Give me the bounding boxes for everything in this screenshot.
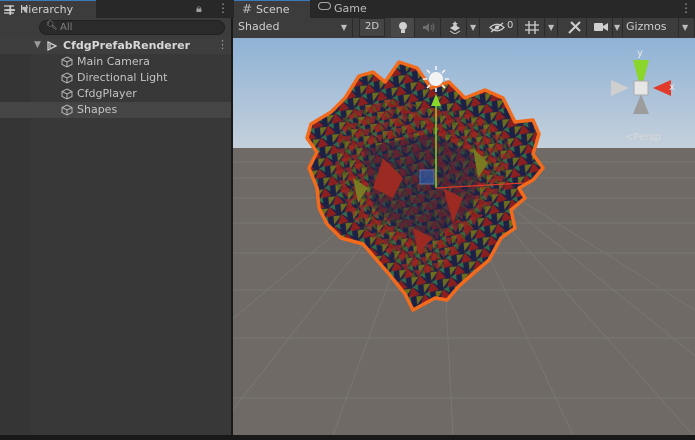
hierarchy-item-main-camera[interactable]: Main Camera	[0, 54, 231, 70]
toggle-lighting-button[interactable]	[391, 18, 415, 37]
tool-settings-button[interactable]	[563, 18, 587, 37]
scene-more-options-icon[interactable]: ⋮	[680, 1, 692, 15]
add-button[interactable]: +	[4, 1, 17, 19]
tab-scene-label: Scene	[256, 3, 290, 16]
lock-icon[interactable]: 🔒︎	[196, 2, 202, 16]
hierarchy-item-label: CfdgPlayer	[77, 87, 137, 100]
tools-icon	[568, 21, 581, 34]
more-options-icon[interactable]: ⋮	[217, 1, 229, 15]
grid-dropdown[interactable]: ▼	[545, 18, 558, 37]
gameobject-cube-icon	[61, 72, 73, 84]
gizmos-dropdown[interactable]: ▼	[679, 18, 695, 37]
gameobject-cube-icon	[61, 56, 73, 68]
chevron-down-icon: ▼	[340, 23, 347, 32]
draw-mode-dropdown[interactable]: Shaded ▼	[233, 18, 353, 37]
camera-settings-button[interactable]	[589, 18, 613, 37]
gamepad-icon	[318, 2, 331, 10]
speaker-icon	[423, 23, 435, 32]
gameobject-cube-icon	[61, 88, 73, 100]
scene-view-canvas[interactable]: y x	[233, 38, 695, 435]
grid-icon	[525, 21, 539, 34]
search-icon: 🔍︎	[46, 21, 58, 31]
gameobject-cube-icon	[61, 104, 73, 116]
grid-toggle-button[interactable]	[520, 18, 545, 37]
window-bottom-edge	[0, 435, 695, 440]
gizmos-button[interactable]: Gizmos	[622, 18, 679, 37]
chevron-down-icon: ▼	[548, 23, 555, 32]
gizmo-axis-x-label: x	[669, 82, 675, 93]
toggle-audio-button[interactable]	[417, 18, 441, 37]
hierarchy-root-label: CfdgPrefabRenderer	[63, 39, 191, 52]
camera-icon	[594, 23, 608, 31]
toggle-2d-button[interactable]: 2D	[359, 18, 385, 37]
chevron-down-icon: ▼	[614, 23, 621, 32]
scene-visibility-button[interactable]: 0	[486, 18, 518, 37]
hierarchy-search-field[interactable]: 🔍︎	[39, 20, 225, 35]
projection-label[interactable]: <Persp	[625, 132, 661, 143]
hierarchy-item-shapes[interactable]: Shapes	[0, 102, 231, 118]
expand-arrow-icon[interactable]: ▼	[34, 40, 41, 50]
effects-layers-icon	[449, 21, 461, 34]
projection-text: Persp	[633, 132, 661, 143]
gizmos-label: Gizmos	[626, 20, 667, 33]
effects-dropdown[interactable]: ▼	[467, 18, 480, 37]
lightbulb-icon	[399, 22, 407, 33]
chevron-down-icon[interactable]: ▼	[22, 5, 28, 14]
scene-grid-icon: #	[242, 2, 253, 16]
unity-scene-icon	[47, 40, 58, 52]
hierarchy-item-cfdgplayer[interactable]: CfdgPlayer	[0, 86, 231, 102]
hierarchy-item-directional-light[interactable]: Directional Light	[0, 70, 231, 86]
scene-viewport[interactable]: y x	[233, 38, 695, 435]
hierarchy-row-root[interactable]: ▼ CfdgPrefabRenderer ⋮	[0, 38, 231, 54]
toggle-effects-button[interactable]	[443, 18, 467, 37]
hierarchy-item-label: Main Camera	[77, 55, 150, 68]
hierarchy-item-label: Shapes	[77, 103, 118, 116]
draw-mode-label: Shaded	[238, 20, 280, 33]
tab-game[interactable]: Game	[312, 0, 380, 18]
search-input[interactable]	[60, 21, 210, 34]
tab-scene[interactable]: # Scene	[234, 0, 310, 18]
gizmo-axis-y-label: y	[637, 48, 643, 59]
chevron-down-icon: ▼	[682, 23, 689, 32]
root-more-options-icon[interactable]: ⋮	[217, 38, 228, 51]
tab-game-label: Game	[334, 2, 367, 15]
hierarchy-item-label: Directional Light	[77, 71, 168, 84]
toggle-2d-label: 2D	[365, 21, 380, 32]
chevron-down-icon: ▼	[470, 23, 477, 32]
hidden-eye-icon	[489, 22, 505, 33]
hidden-objects-count: 0	[507, 20, 514, 31]
